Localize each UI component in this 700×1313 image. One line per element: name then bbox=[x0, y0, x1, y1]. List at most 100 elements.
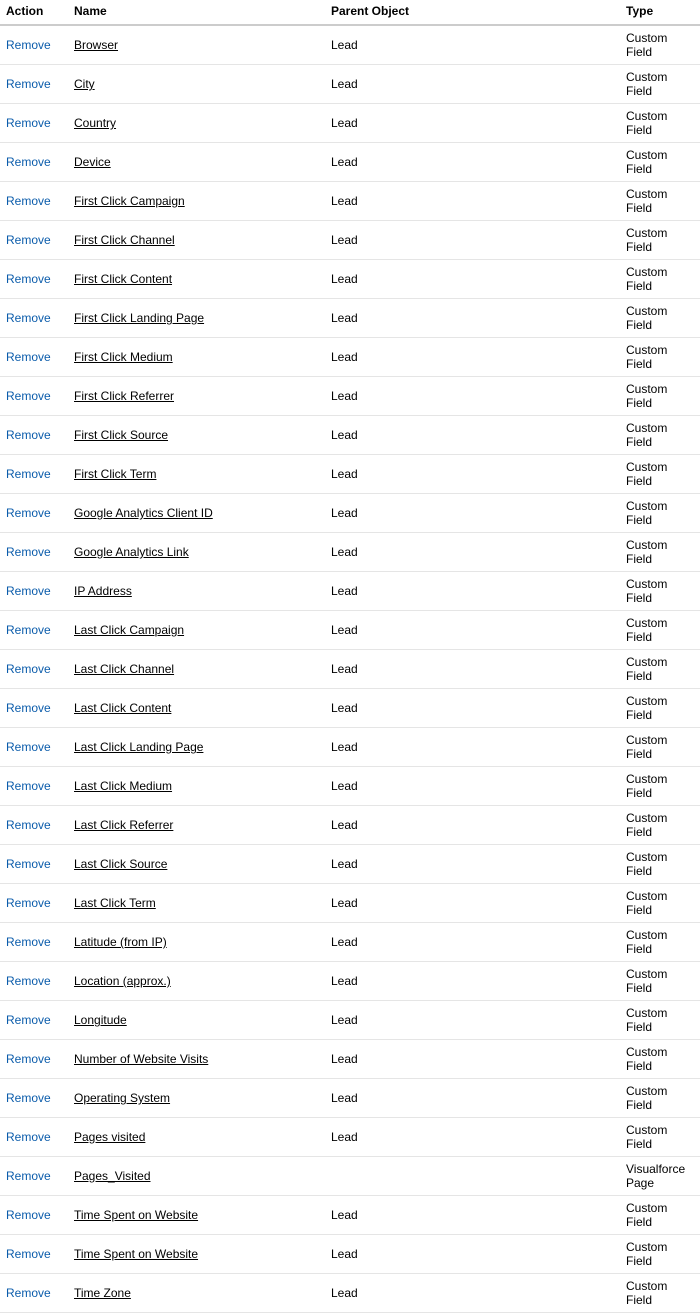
name-link[interactable]: Pages visited bbox=[74, 1130, 145, 1144]
name-link[interactable]: Pages_Visited bbox=[74, 1169, 151, 1183]
cell-type: Custom Field bbox=[620, 1118, 700, 1157]
remove-link[interactable]: Remove bbox=[6, 116, 51, 130]
remove-link[interactable]: Remove bbox=[6, 623, 51, 637]
table-row: RemoveFirst Click ContentLeadCustom Fiel… bbox=[0, 260, 700, 299]
cell-type: Custom Field bbox=[620, 455, 700, 494]
cell-action: Remove bbox=[0, 299, 68, 338]
remove-link[interactable]: Remove bbox=[6, 38, 51, 52]
cell-parent: Lead bbox=[325, 1118, 620, 1157]
cell-parent: Lead bbox=[325, 572, 620, 611]
remove-link[interactable]: Remove bbox=[6, 779, 51, 793]
name-link[interactable]: Time Spent on Website bbox=[74, 1247, 198, 1261]
remove-link[interactable]: Remove bbox=[6, 740, 51, 754]
remove-link[interactable]: Remove bbox=[6, 935, 51, 949]
cell-parent: Lead bbox=[325, 1196, 620, 1235]
name-link[interactable]: Operating System bbox=[74, 1091, 170, 1105]
remove-link[interactable]: Remove bbox=[6, 389, 51, 403]
name-link[interactable]: IP Address bbox=[74, 584, 132, 598]
remove-link[interactable]: Remove bbox=[6, 818, 51, 832]
name-link[interactable]: Last Click Source bbox=[74, 857, 167, 871]
name-link[interactable]: Last Click Term bbox=[74, 896, 156, 910]
name-link[interactable]: Browser bbox=[74, 38, 118, 52]
remove-link[interactable]: Remove bbox=[6, 506, 51, 520]
name-link[interactable]: First Click Term bbox=[74, 467, 156, 481]
cell-action: Remove bbox=[0, 1001, 68, 1040]
name-link[interactable]: Google Analytics Link bbox=[74, 545, 189, 559]
remove-link[interactable]: Remove bbox=[6, 545, 51, 559]
cell-parent: Lead bbox=[325, 25, 620, 65]
name-link[interactable]: First Click Campaign bbox=[74, 194, 185, 208]
name-link[interactable]: Last Click Campaign bbox=[74, 623, 184, 637]
remove-link[interactable]: Remove bbox=[6, 311, 51, 325]
name-link[interactable]: City bbox=[74, 77, 95, 91]
remove-link[interactable]: Remove bbox=[6, 701, 51, 715]
cell-type: Custom Field bbox=[620, 1001, 700, 1040]
remove-link[interactable]: Remove bbox=[6, 428, 51, 442]
cell-type: Custom Field bbox=[620, 533, 700, 572]
remove-link[interactable]: Remove bbox=[6, 1286, 51, 1300]
remove-link[interactable]: Remove bbox=[6, 584, 51, 598]
cell-action: Remove bbox=[0, 611, 68, 650]
remove-link[interactable]: Remove bbox=[6, 1013, 51, 1027]
table-row: Remove Pages visited LeadCustom Field bbox=[0, 1118, 700, 1157]
cell-name: City bbox=[68, 65, 325, 104]
cell-parent: Lead bbox=[325, 728, 620, 767]
cell-parent: Lead bbox=[325, 455, 620, 494]
remove-link[interactable]: Remove bbox=[6, 896, 51, 910]
remove-link[interactable]: Remove bbox=[6, 77, 51, 91]
name-link[interactable]: Time Spent on Website bbox=[74, 1208, 198, 1222]
name-link[interactable]: Last Click Content bbox=[74, 701, 171, 715]
remove-link[interactable]: Remove bbox=[6, 194, 51, 208]
cell-type: Custom Field bbox=[620, 1235, 700, 1274]
cell-type: Custom Field bbox=[620, 884, 700, 923]
cell-action: Remove bbox=[0, 533, 68, 572]
name-link[interactable]: Number of Website Visits bbox=[74, 1052, 208, 1066]
name-link[interactable]: Last Click Referrer bbox=[74, 818, 173, 832]
name-link[interactable]: Time Zone bbox=[74, 1286, 131, 1300]
components-table: Action Name Parent Object Type RemoveBro… bbox=[0, 0, 700, 1313]
cell-action: Remove bbox=[0, 650, 68, 689]
name-link[interactable]: Country bbox=[74, 116, 116, 130]
remove-link[interactable]: Remove bbox=[6, 155, 51, 169]
name-link[interactable]: Google Analytics Client ID bbox=[74, 506, 213, 520]
remove-link[interactable]: Remove bbox=[6, 233, 51, 247]
remove-link[interactable]: Remove bbox=[6, 272, 51, 286]
col-header-type: Type bbox=[620, 0, 700, 25]
remove-link[interactable]: Remove bbox=[6, 1091, 51, 1105]
remove-link[interactable]: Remove bbox=[6, 467, 51, 481]
name-link[interactable]: First Click Channel bbox=[74, 233, 175, 247]
remove-link[interactable]: Remove bbox=[6, 974, 51, 988]
name-link[interactable]: First Click Source bbox=[74, 428, 168, 442]
name-link[interactable]: First Click Content bbox=[74, 272, 172, 286]
cell-name: First Click Channel bbox=[68, 221, 325, 260]
remove-link[interactable]: Remove bbox=[6, 1208, 51, 1222]
cell-action: Remove bbox=[0, 923, 68, 962]
remove-link[interactable]: Remove bbox=[6, 1247, 51, 1261]
table-row: RemoveFirst Click SourceLeadCustom Field bbox=[0, 416, 700, 455]
remove-link[interactable]: Remove bbox=[6, 662, 51, 676]
cell-type: Custom Field bbox=[620, 767, 700, 806]
name-link[interactable]: Latitude (from IP) bbox=[74, 935, 167, 949]
name-link[interactable]: Last Click Landing Page bbox=[74, 740, 203, 754]
name-link[interactable]: Device bbox=[74, 155, 111, 169]
name-link[interactable]: Longitude bbox=[74, 1013, 127, 1027]
name-link[interactable]: First Click Referrer bbox=[74, 389, 174, 403]
table-row: RemoveTime Spent on WebsiteLeadCustom Fi… bbox=[0, 1196, 700, 1235]
remove-link[interactable]: Remove bbox=[6, 1130, 51, 1144]
name-link[interactable]: First Click Medium bbox=[74, 350, 173, 364]
remove-link[interactable]: Remove bbox=[6, 1052, 51, 1066]
remove-link[interactable]: Remove bbox=[6, 1169, 51, 1183]
name-link[interactable]: First Click Landing Page bbox=[74, 311, 204, 325]
cell-name: First Click Campaign bbox=[68, 182, 325, 221]
cell-name: First Click Content bbox=[68, 260, 325, 299]
cell-type: Custom Field bbox=[620, 299, 700, 338]
name-link[interactable]: Location (approx.) bbox=[74, 974, 171, 988]
remove-link[interactable]: Remove bbox=[6, 857, 51, 871]
table-row: RemoveLongitudeLeadCustom Field bbox=[0, 1001, 700, 1040]
cell-parent: Lead bbox=[325, 143, 620, 182]
cell-type: Custom Field bbox=[620, 845, 700, 884]
cell-type: Custom Field bbox=[620, 25, 700, 65]
remove-link[interactable]: Remove bbox=[6, 350, 51, 364]
name-link[interactable]: Last Click Channel bbox=[74, 662, 174, 676]
name-link[interactable]: Last Click Medium bbox=[74, 779, 172, 793]
